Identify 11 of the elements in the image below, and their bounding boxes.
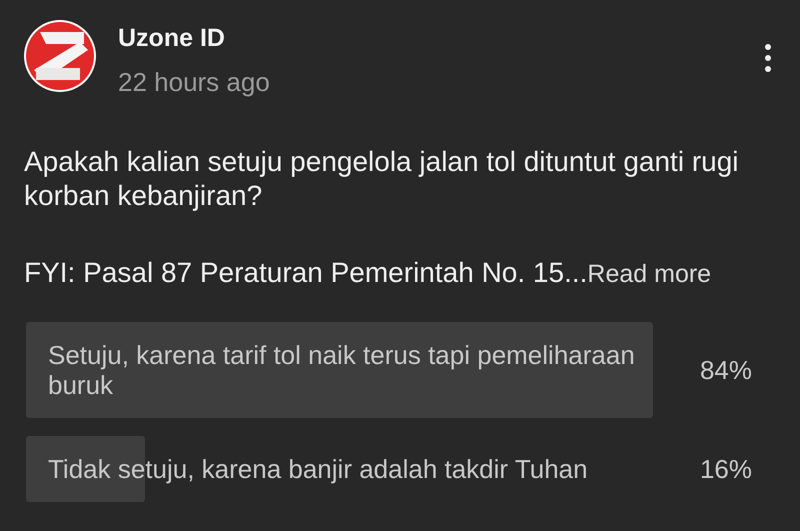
poll-question: Apakah kalian setuju pengelola jalan tol dituntut ganti rugi korban kebanjiran? (24, 145, 740, 213)
post-excerpt: FYI: Pasal 87 Peraturan Pemerintah No. 15... (24, 256, 588, 290)
vote-percent: 84% (700, 355, 752, 385)
logo-icon (24, 20, 96, 92)
read-more-link[interactable]: Read more (587, 257, 712, 291)
author-name[interactable]: Uzone ID (118, 23, 270, 53)
more-options-icon[interactable] (764, 43, 772, 73)
poll-option[interactable]: Setuju, karena tarif tol naik terus tapi pemeliharaan buruk (26, 340, 671, 400)
post-time: 22 hours ago (118, 67, 270, 97)
vote-percent: 16% (700, 454, 752, 484)
poll-option[interactable]: Tidak setuju, karena banjir adalah takdir Tuhan (26, 454, 671, 484)
